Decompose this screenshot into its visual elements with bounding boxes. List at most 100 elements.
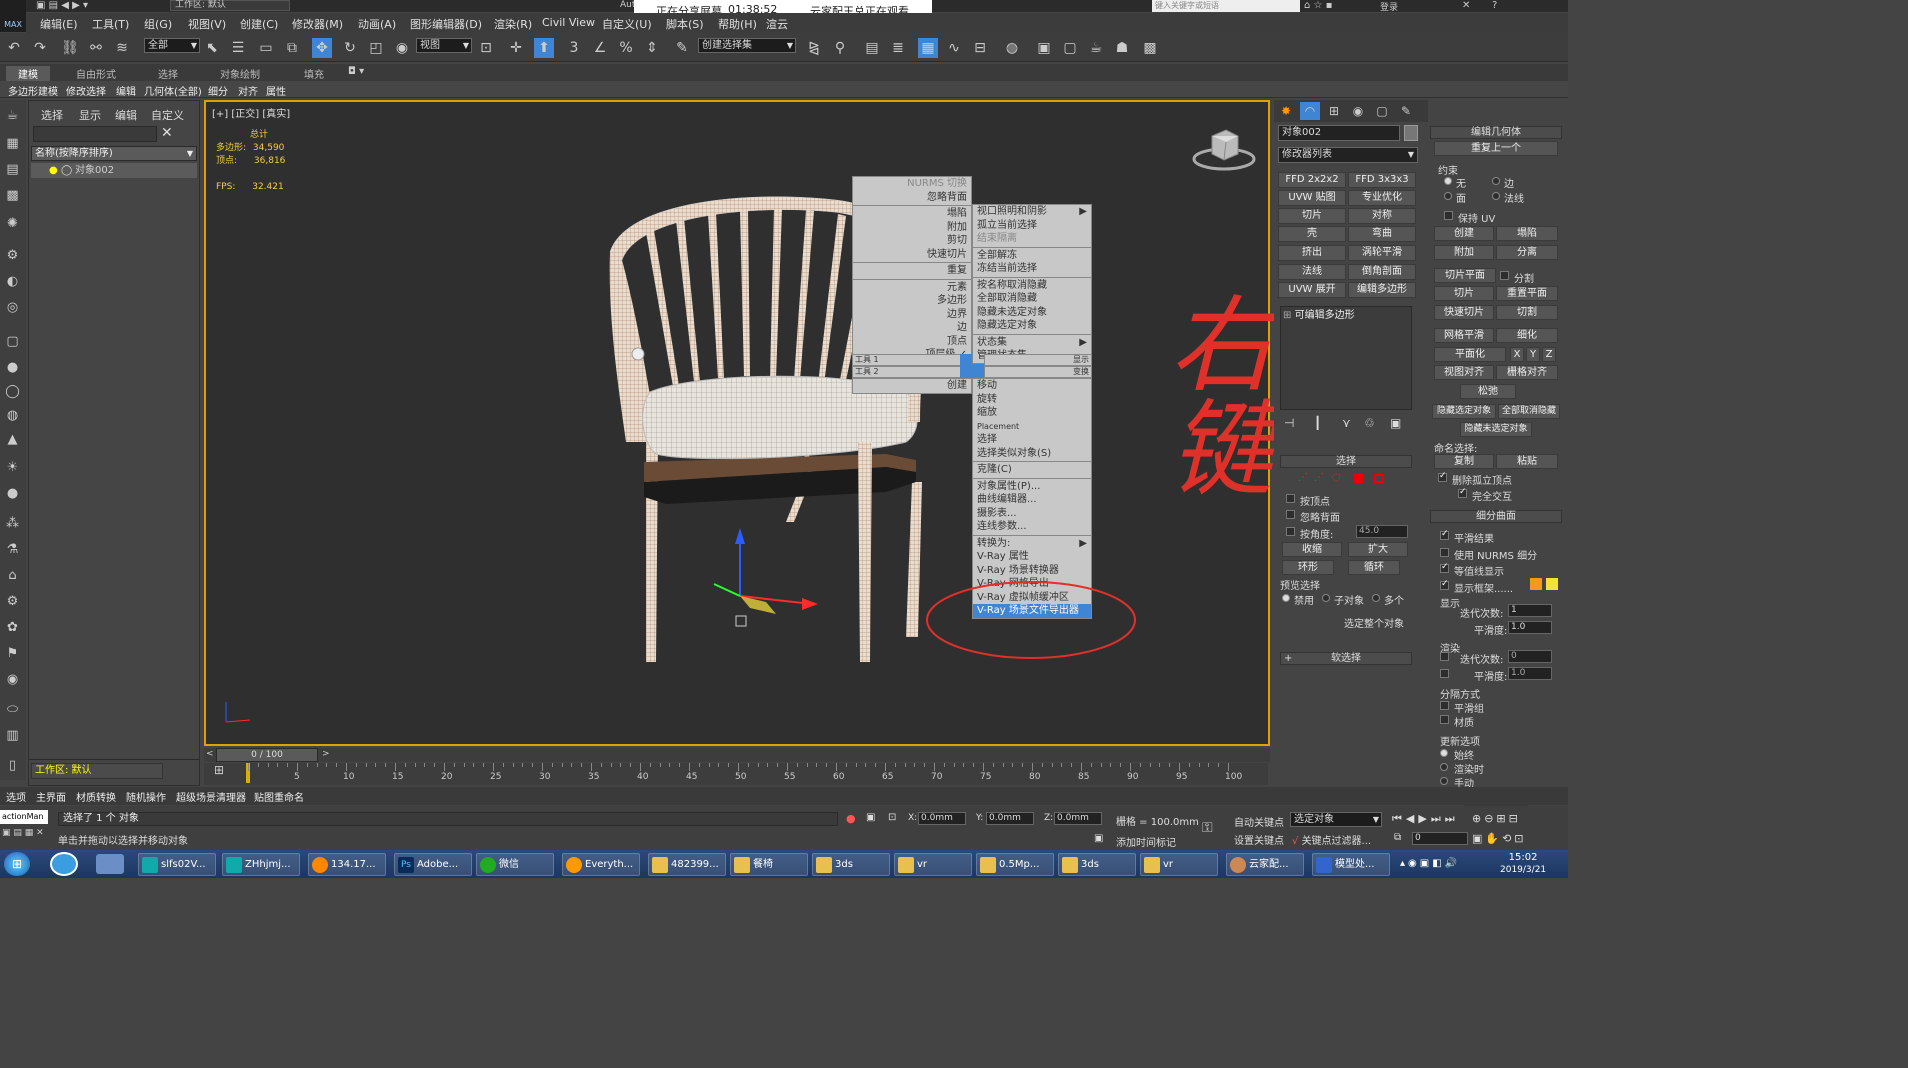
menu-item-create[interactable]: 创建 xyxy=(853,379,971,393)
menu-help[interactable]: 帮助(H) xyxy=(718,16,757,32)
loop-button[interactable]: 循环 xyxy=(1348,560,1400,575)
maxscript-listener[interactable]: actionMan xyxy=(0,810,48,824)
cylinder-icon[interactable]: ◯ xyxy=(3,382,22,401)
select-object-icon[interactable]: ⬉ xyxy=(202,38,222,58)
materials-checkbox[interactable] xyxy=(1440,715,1449,724)
tab-selection[interactable]: 选择 xyxy=(158,66,178,81)
menu-item-polygon[interactable]: 多边形 xyxy=(853,294,971,308)
menu-item-vray-scene-converter[interactable]: V-Ray 场景转换器 xyxy=(973,564,1091,578)
modifier-button[interactable]: 专业优化 xyxy=(1348,190,1416,206)
playback-controls[interactable]: ⏮◀▶⏭⏭ xyxy=(1392,812,1459,826)
menu-item-element[interactable]: 元素 xyxy=(853,281,971,295)
align-icon[interactable]: ⚲ xyxy=(830,38,850,58)
taskbar-item[interactable]: Everyth... xyxy=(562,853,640,876)
modifier-button[interactable]: 编辑多边形 xyxy=(1348,282,1416,298)
render-frame-icon[interactable]: ▩ xyxy=(1140,38,1160,58)
cut-button[interactable]: 切割 xyxy=(1496,305,1558,320)
pivot-center-icon[interactable]: ⊡ xyxy=(476,38,496,58)
isolate-icon[interactable]: ● xyxy=(846,812,856,825)
add-time-tag-icon[interactable]: ▣ xyxy=(1094,833,1103,844)
configure-sets-icon[interactable]: ▣ xyxy=(1390,416,1401,430)
by-angle-checkbox[interactable] xyxy=(1286,527,1295,536)
menu-item-ignore-backfacing[interactable]: 忽略背面 xyxy=(853,191,971,205)
transform-gizmo[interactable] xyxy=(696,520,846,630)
time-slider[interactable]: 0 / 100 xyxy=(216,748,318,762)
clear-search-icon[interactable]: ✕ xyxy=(161,125,173,141)
modifier-button[interactable]: 对称 xyxy=(1348,208,1416,224)
explorer-workspace[interactable]: 工作区: 默认 xyxy=(31,763,163,779)
slice-button[interactable]: 切片 xyxy=(1434,286,1494,301)
explorer-tab-select[interactable]: 选择 xyxy=(41,107,63,123)
menu-item-object-properties[interactable]: 对象属性(P)... xyxy=(973,480,1091,494)
display-tab-icon[interactable]: ▢ xyxy=(1372,102,1392,120)
menu-view[interactable]: 视图(V) xyxy=(188,16,226,32)
door-icon[interactable]: ▯ xyxy=(3,756,22,775)
hierarchy-tab-icon[interactable]: ⊞ xyxy=(1324,102,1344,120)
edit-named-sel-icon[interactable]: ✎ xyxy=(672,38,692,58)
render-smoothness-checkbox[interactable] xyxy=(1440,669,1449,678)
ribbon-edit[interactable]: 编辑 xyxy=(116,83,136,98)
object-name-field[interactable]: 对象002 xyxy=(1278,125,1400,141)
make-planar-button[interactable]: 平面化 xyxy=(1434,347,1506,362)
make-unique-icon[interactable]: ⋎ xyxy=(1342,416,1351,430)
update-rendering-radio[interactable] xyxy=(1440,763,1448,771)
menu-item-viewport-lighting[interactable]: 视口照明和阴影 ▶ xyxy=(973,205,1091,219)
menu-create[interactable]: 创建(C) xyxy=(240,16,278,32)
menu-item-vray-properties[interactable]: V-Ray 属性 xyxy=(973,550,1091,564)
selection-filter[interactable]: 全部 ▼ xyxy=(144,38,200,53)
render-iterative-icon[interactable]: ☗ xyxy=(1112,38,1132,58)
constraint-face-radio[interactable] xyxy=(1444,192,1452,200)
menu-animation[interactable]: 动画(A) xyxy=(358,16,396,32)
torus-icon[interactable]: ◍ xyxy=(3,406,22,425)
menu-item-freeze-selection[interactable]: 冻结当前选择 xyxy=(973,262,1091,276)
ring-button[interactable]: 环形 xyxy=(1282,560,1334,575)
auto-key-button[interactable]: 自动关键点 xyxy=(1234,814,1284,829)
relax-button[interactable]: 松弛 xyxy=(1460,384,1516,399)
undo-icon[interactable]: ↶ xyxy=(4,38,24,58)
taskbar-item[interactable]: ZHhjmj... xyxy=(222,853,300,876)
utilities-tab-icon[interactable]: ✎ xyxy=(1396,102,1416,120)
preview-off-radio[interactable] xyxy=(1282,594,1290,602)
menu-item-end-isolate[interactable]: 结束隔离 xyxy=(973,232,1091,246)
ribbon-poly-modeling[interactable]: 多边形建模 xyxy=(8,83,58,98)
ribbon-modify-selection[interactable]: 修改选择 xyxy=(66,83,106,98)
unlink-icon[interactable]: ⚯ xyxy=(86,38,106,58)
explorer-tab-customize[interactable]: 自定义 xyxy=(151,107,184,123)
bottom-map-rename[interactable]: 贴图重命名 xyxy=(254,789,304,804)
taskbar-item[interactable]: 3ds xyxy=(1058,853,1136,876)
modifier-button[interactable]: UVW 展开 xyxy=(1278,282,1346,298)
modifier-button[interactable]: 倒角剖面 xyxy=(1348,264,1416,280)
taskbar-item[interactable]: slfs02V... xyxy=(138,853,216,876)
redo-icon[interactable]: ↷ xyxy=(30,38,50,58)
menu-item-border[interactable]: 边界 xyxy=(853,308,971,322)
modifier-button[interactable]: 挤出 xyxy=(1278,245,1346,261)
unhide-all-button[interactable]: 全部取消隐藏 xyxy=(1498,404,1560,419)
menu-item-attach[interactable]: 附加 xyxy=(853,221,971,235)
grow-button[interactable]: 扩大 xyxy=(1348,542,1408,557)
explorer-tab-edit[interactable]: 编辑 xyxy=(115,107,137,123)
menu-modifiers[interactable]: 修改器(M) xyxy=(292,16,343,32)
building-icon[interactable]: ▥ xyxy=(3,726,22,745)
named-selection-sets[interactable]: 创建选择集 ▼ xyxy=(698,38,796,53)
viewport-nav-icons-2[interactable]: ▣✋⟲⊡ xyxy=(1472,832,1527,845)
key-mode-dropdown[interactable]: 选定对象 ▼ xyxy=(1290,812,1382,827)
by-vertex-checkbox[interactable] xyxy=(1286,494,1295,503)
remove-modifier-icon[interactable]: ♲ xyxy=(1364,416,1375,430)
mirror-icon[interactable]: ⧎ xyxy=(804,38,824,58)
ribbon-options-icon[interactable]: ◘ ▾ xyxy=(348,66,364,77)
explorer-icon[interactable] xyxy=(96,854,124,874)
menu-item-nurms-toggle[interactable]: NURMS 切换 xyxy=(853,177,971,191)
preserve-uv-checkbox[interactable] xyxy=(1444,211,1453,220)
render-smoothness-spinner[interactable]: 1.0 xyxy=(1508,667,1552,680)
percent-snap-icon[interactable]: % xyxy=(616,38,636,58)
planar-y-button[interactable]: Y xyxy=(1526,347,1540,362)
modifier-button[interactable]: 弯曲 xyxy=(1348,226,1416,242)
spacewarp-icon[interactable]: ◎ xyxy=(3,298,22,317)
smooth-result-checkbox[interactable] xyxy=(1440,529,1449,540)
time-prev-icon[interactable]: < xyxy=(206,749,214,759)
subobject-border-icon[interactable]: ◌ xyxy=(1332,472,1341,483)
subobject-vertex-icon[interactable]: ⋰ xyxy=(1298,472,1308,483)
bottom-random-ops[interactable]: 随机操作 xyxy=(126,789,166,804)
dynamics-icon[interactable]: ⚗ xyxy=(3,540,22,559)
expand-icon[interactable]: ⊞ xyxy=(1283,310,1291,321)
